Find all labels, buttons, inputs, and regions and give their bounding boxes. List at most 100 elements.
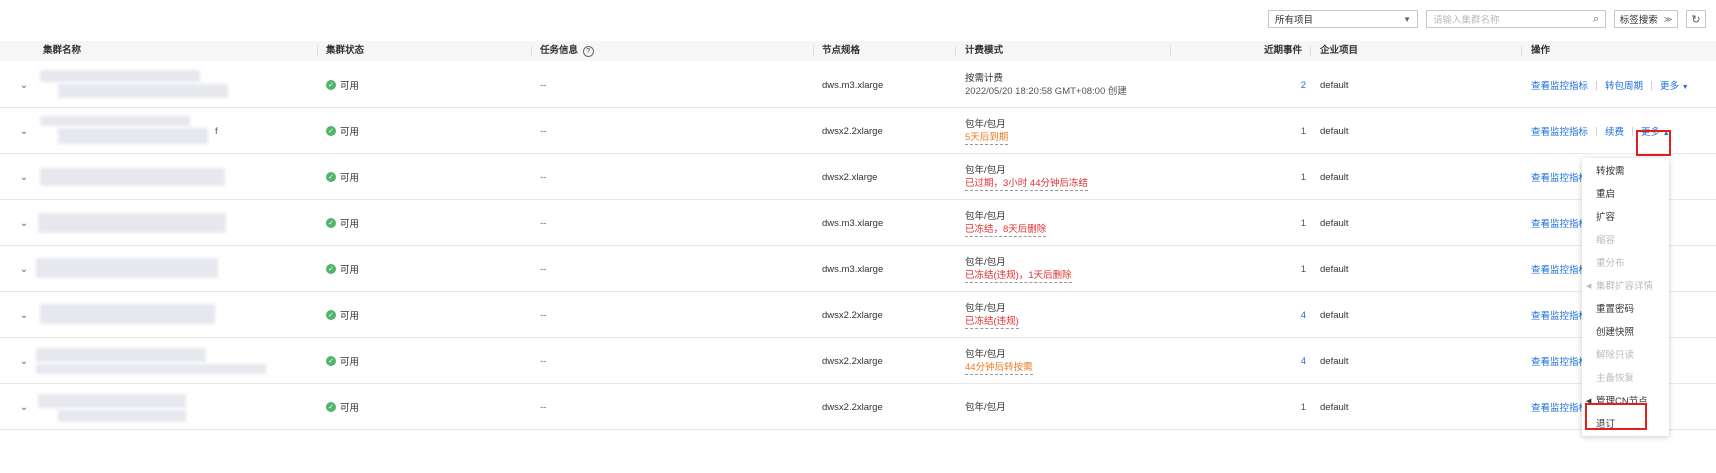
billing-note: 5天后到期 <box>965 131 1009 145</box>
check-circle-icon: ✓ <box>326 80 336 90</box>
expand-chevron-icon[interactable]: ⌄ <box>18 246 30 292</box>
refresh-button[interactable]: ↻ <box>1686 10 1706 28</box>
ops-cell: 查看监控指标 <box>1531 154 1588 200</box>
table-header: 集群名称 集群状态 任务信息 ? 节点规格 计费模式 近期事件 企业项目 操作 <box>0 41 1716 61</box>
divider <box>1651 80 1653 90</box>
menu-item-label: 扩容 <box>1596 212 1616 223</box>
menu-item-reset-password[interactable]: 重置密码 <box>1582 298 1669 321</box>
billing-mode: 包年/包月 <box>965 302 1006 314</box>
billing-note: 44分钟后转按需 <box>965 361 1033 375</box>
more-dropdown-menu: 转按需 重启 扩容 缩容 重分布 ◀ 集群扩容详情 重置密码 创建快照 解除只读 … <box>1582 158 1669 436</box>
col-header-events: 近期事件 <box>1264 45 1303 56</box>
caret-left-icon: ◀ <box>1586 283 1592 290</box>
billing-cell: 包年/包月 已过期，3小时 44分钟后冻结 <box>965 154 1088 200</box>
check-circle-icon: ✓ <box>326 218 336 228</box>
expand-chevron-icon[interactable]: ⌄ <box>18 292 30 338</box>
recent-events-count[interactable]: 1 <box>1290 154 1306 200</box>
caret-down-icon: ▼ <box>1681 84 1689 91</box>
view-metrics-link[interactable]: 查看监控指标 <box>1531 400 1588 414</box>
task-info: -- <box>540 309 547 321</box>
billing-mode: 包年/包月 <box>965 210 1006 222</box>
table-row: ⌄ ✓ 可用 -- dws.m3.xlarge 包年/包月 已冻结(违规)，1天后删… <box>0 246 1716 292</box>
view-metrics-link[interactable]: 查看监控指标 <box>1531 308 1588 322</box>
menu-item-label: 重置密码 <box>1596 304 1635 315</box>
billing-mode: 包年/包月 <box>965 401 1006 413</box>
billing-note: 2022/05/20 18:20:58 GMT+08:00 创建 <box>965 86 1127 97</box>
more-button-highlight <box>1636 130 1671 156</box>
renew-link[interactable]: 续费 <box>1605 124 1624 138</box>
convert-to-yearly-link[interactable]: 转包周期 <box>1605 78 1643 92</box>
double-chevron-down-icon: ≫ <box>1663 14 1673 24</box>
node-spec: dws.m3.xlarge <box>822 217 884 229</box>
expand-chevron-icon[interactable]: ⌄ <box>18 338 30 384</box>
view-metrics-link[interactable]: 查看监控指标 <box>1531 216 1588 230</box>
expand-chevron-icon[interactable]: ⌄ <box>18 154 30 200</box>
recent-events-count[interactable]: 1 <box>1290 246 1306 292</box>
status-cell: ✓ 可用 <box>326 154 359 200</box>
project-select[interactable]: 所有项目 ▼ <box>1268 10 1418 28</box>
menu-item-label: 重分布 <box>1596 258 1625 269</box>
status-text: 可用 <box>340 127 360 138</box>
view-metrics-link[interactable]: 查看监控指标 <box>1531 170 1588 184</box>
view-metrics-link[interactable]: 查看监控指标 <box>1531 78 1588 92</box>
menu-item-restart[interactable]: 重启 <box>1582 183 1669 206</box>
redacted-cluster-name <box>58 84 228 98</box>
col-divider <box>1310 46 1311 56</box>
status-cell: ✓ 可用 <box>326 108 359 154</box>
node-spec: dws.m3.xlarge <box>822 79 884 91</box>
expand-chevron-icon[interactable]: ⌄ <box>18 108 30 154</box>
table-row: ⌄ ✓ 可用 -- dwsx2.xlarge 包年/包月 已过期，3小时 44分钟后… <box>0 154 1716 200</box>
search-placeholder: 请输入集群名称 <box>1433 15 1500 26</box>
more-menu-button[interactable]: 更多 ▼ <box>1660 78 1689 92</box>
enterprise-project: default <box>1320 79 1349 91</box>
tag-search-label: 标签搜索 <box>1619 15 1658 26</box>
recent-events-count[interactable]: 2 <box>1290 62 1306 108</box>
redacted-cluster-name <box>58 410 186 422</box>
recent-events-count[interactable]: 1 <box>1290 384 1306 430</box>
menu-item-scale-out-details: ◀ 集群扩容详情 <box>1582 275 1669 298</box>
expand-chevron-icon[interactable]: ⌄ <box>18 200 30 246</box>
menu-item-label: 集群扩容详情 <box>1596 281 1654 292</box>
col-divider <box>1170 46 1171 56</box>
expand-chevron-icon[interactable]: ⌄ <box>18 384 30 430</box>
menu-item-label: 解除只读 <box>1596 350 1635 361</box>
view-metrics-link[interactable]: 查看监控指标 <box>1531 124 1588 138</box>
table-row: ⌄ ✓ 可用 -- dwsx2.2xlarge 包年/包月 已冻结(违规) 4 de… <box>0 292 1716 338</box>
billing-mode: 包年/包月 <box>965 164 1006 176</box>
search-icon[interactable]: ⌕ <box>1593 13 1599 26</box>
recent-events-count[interactable]: 4 <box>1290 292 1306 338</box>
enterprise-project: default <box>1320 125 1349 137</box>
task-info: -- <box>540 355 547 367</box>
billing-cell: 包年/包月 已冻结(违规)，1天后删除 <box>965 246 1072 292</box>
col-header-task: 任务信息 ? <box>540 41 594 61</box>
menu-item-scale-out[interactable]: 扩容 <box>1582 206 1669 229</box>
recent-events-count[interactable]: 1 <box>1290 200 1306 246</box>
cluster-search-input[interactable]: 请输入集群名称 ⌕ <box>1426 10 1606 28</box>
recent-events-count[interactable]: 1 <box>1290 108 1306 154</box>
task-info: -- <box>540 217 547 229</box>
view-metrics-link[interactable]: 查看监控指标 <box>1531 354 1588 368</box>
redacted-cluster-name <box>36 258 218 278</box>
expand-chevron-icon[interactable]: ⌄ <box>18 62 30 108</box>
billing-note: 已冻结，8天后删除 <box>965 223 1047 237</box>
billing-mode: 按需计费 <box>965 73 1004 84</box>
tag-search-button[interactable]: 标签搜索 ≫ <box>1614 10 1678 28</box>
redacted-cluster-name <box>40 70 200 82</box>
menu-item-to-on-demand[interactable]: 转按需 <box>1582 160 1669 183</box>
view-metrics-link[interactable]: 查看监控指标 <box>1531 262 1588 276</box>
menu-item-label: 缩容 <box>1596 235 1616 246</box>
help-icon[interactable]: ? <box>582 46 594 57</box>
menu-item-redistribute: 重分布 <box>1582 252 1669 275</box>
menu-item-label: 主备恢复 <box>1596 373 1635 384</box>
ops-cell: 查看监控指标 <box>1531 246 1588 292</box>
billing-note: 已冻结(违规) <box>965 315 1019 329</box>
refresh-icon: ↻ <box>1691 13 1701 26</box>
unsubscribe-highlight <box>1585 403 1647 430</box>
recent-events-count[interactable]: 4 <box>1290 338 1306 384</box>
col-divider <box>317 46 318 56</box>
redacted-cluster-name <box>38 394 186 408</box>
enterprise-project: default <box>1320 263 1349 275</box>
col-header-ops: 操作 <box>1531 45 1551 56</box>
menu-item-create-snapshot[interactable]: 创建快照 <box>1582 321 1669 344</box>
billing-cell: 包年/包月 44分钟后转按需 <box>965 338 1033 384</box>
